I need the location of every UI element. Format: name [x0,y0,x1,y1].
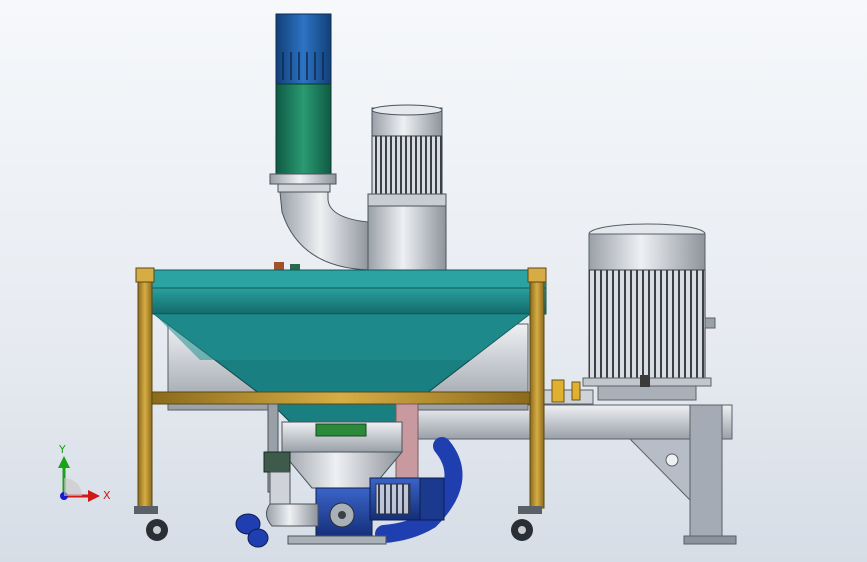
cad-viewport[interactable]: Y X [0,0,867,562]
assembly-drawing: Y X [58,13,737,548]
exhaust-duct[interactable] [269,13,371,271]
classifier-unit[interactable] [367,104,447,273]
caster-icon [511,506,542,541]
triad-y-label: Y [58,443,66,456]
caster-icon [134,506,168,541]
top-deck[interactable] [137,269,547,315]
triad-icon: Y X [58,443,111,502]
triad-x-label: X [103,489,111,502]
main-motor[interactable] [582,223,716,401]
